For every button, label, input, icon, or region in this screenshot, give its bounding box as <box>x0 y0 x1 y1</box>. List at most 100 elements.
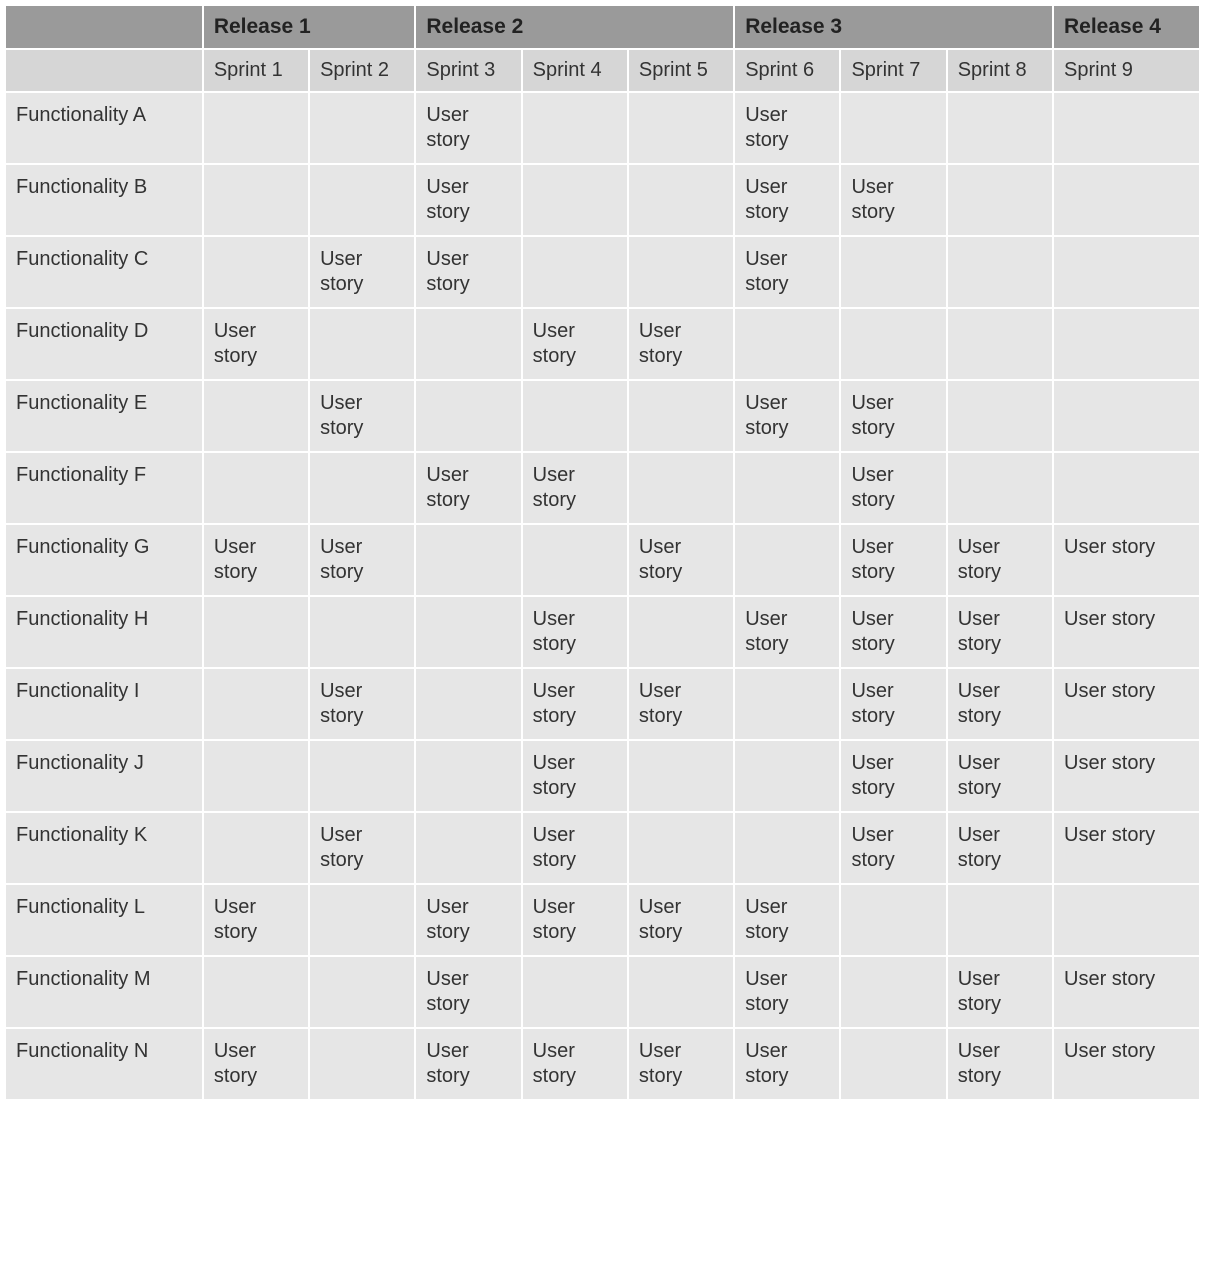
table-row: Functionality JUser storyUser storyUser … <box>5 740 1200 812</box>
sprint-header: Sprint 6 <box>734 49 840 92</box>
story-cell: User story <box>947 812 1053 884</box>
release-header: Release 2 <box>415 5 734 49</box>
story-cell <box>415 668 521 740</box>
story-cell <box>840 884 946 956</box>
table-row: Functionality KUser storyUser storyUser … <box>5 812 1200 884</box>
functionality-name: Functionality C <box>5 236 203 308</box>
story-cell: User story <box>415 1028 521 1100</box>
release-header: Release 1 <box>203 5 416 49</box>
story-cell <box>309 92 415 164</box>
table-row: Functionality HUser storyUser storyUser … <box>5 596 1200 668</box>
functionality-name: Functionality D <box>5 308 203 380</box>
functionality-name: Functionality I <box>5 668 203 740</box>
story-cell <box>522 164 628 236</box>
story-cell <box>947 452 1053 524</box>
story-cell: User story <box>1053 668 1200 740</box>
table-row: Functionality EUser storyUser storyUser … <box>5 380 1200 452</box>
story-cell: User story <box>1053 812 1200 884</box>
story-cell <box>1053 164 1200 236</box>
functionality-name: Functionality M <box>5 956 203 1028</box>
story-cell: User story <box>1053 1028 1200 1100</box>
story-cell: User story <box>840 452 946 524</box>
story-cell <box>203 452 309 524</box>
story-cell: User story <box>840 380 946 452</box>
sprint-header: Sprint 2 <box>309 49 415 92</box>
story-cell <box>840 308 946 380</box>
story-cell <box>203 596 309 668</box>
story-cell: User story <box>840 812 946 884</box>
sprint-header: Sprint 3 <box>415 49 521 92</box>
story-cell: User story <box>947 1028 1053 1100</box>
story-cell: User story <box>840 668 946 740</box>
story-cell: User story <box>415 884 521 956</box>
story-cell <box>628 92 734 164</box>
story-cell: User story <box>522 812 628 884</box>
functionality-name: Functionality J <box>5 740 203 812</box>
story-cell <box>309 884 415 956</box>
release-sprint-matrix: Release 1Release 2Release 3Release 4 Spr… <box>4 4 1201 1101</box>
story-cell: User story <box>522 1028 628 1100</box>
story-cell: User story <box>734 164 840 236</box>
story-cell: User story <box>415 236 521 308</box>
sprint-header: Sprint 7 <box>840 49 946 92</box>
story-cell <box>947 380 1053 452</box>
story-cell: User story <box>522 452 628 524</box>
story-cell <box>840 92 946 164</box>
story-cell: User story <box>734 380 840 452</box>
story-cell <box>947 308 1053 380</box>
story-cell <box>1053 236 1200 308</box>
table-header: Release 1Release 2Release 3Release 4 Spr… <box>5 5 1200 92</box>
story-cell <box>522 236 628 308</box>
story-cell: User story <box>840 524 946 596</box>
story-cell <box>628 956 734 1028</box>
story-cell: User story <box>947 956 1053 1028</box>
story-cell <box>840 956 946 1028</box>
story-cell: User story <box>309 524 415 596</box>
sprint-header: Sprint 5 <box>628 49 734 92</box>
story-cell <box>522 956 628 1028</box>
story-cell <box>415 308 521 380</box>
story-cell <box>522 380 628 452</box>
story-cell <box>415 596 521 668</box>
story-cell: User story <box>734 596 840 668</box>
story-cell <box>947 164 1053 236</box>
story-cell <box>628 164 734 236</box>
story-cell <box>203 236 309 308</box>
header-blank-release <box>5 5 203 49</box>
story-cell: User story <box>734 92 840 164</box>
story-cell: User story <box>415 92 521 164</box>
story-cell <box>203 164 309 236</box>
sprint-header: Sprint 4 <box>522 49 628 92</box>
story-cell <box>734 668 840 740</box>
story-cell: User story <box>522 596 628 668</box>
story-cell: User story <box>309 668 415 740</box>
story-cell <box>628 596 734 668</box>
story-cell: User story <box>203 884 309 956</box>
story-cell: User story <box>840 740 946 812</box>
story-cell: User story <box>203 524 309 596</box>
story-cell: User story <box>309 380 415 452</box>
story-cell <box>415 524 521 596</box>
story-cell <box>203 812 309 884</box>
story-cell: User story <box>628 1028 734 1100</box>
story-cell: User story <box>1053 524 1200 596</box>
functionality-name: Functionality G <box>5 524 203 596</box>
story-cell: User story <box>840 596 946 668</box>
story-cell <box>309 1028 415 1100</box>
story-cell <box>734 452 840 524</box>
table-row: Functionality A User story User story <box>5 92 1200 164</box>
story-cell <box>309 452 415 524</box>
functionality-name: Functionality K <box>5 812 203 884</box>
story-cell: User story <box>415 164 521 236</box>
story-cell <box>628 812 734 884</box>
functionality-name: Functionality L <box>5 884 203 956</box>
table-row: Functionality LUser storyUser storyUser … <box>5 884 1200 956</box>
story-cell <box>628 740 734 812</box>
story-cell: User story <box>522 308 628 380</box>
story-cell <box>1053 380 1200 452</box>
story-cell <box>203 380 309 452</box>
story-cell: User story <box>947 668 1053 740</box>
story-cell <box>309 740 415 812</box>
story-cell <box>734 308 840 380</box>
functionality-name: Functionality A <box>5 92 203 164</box>
